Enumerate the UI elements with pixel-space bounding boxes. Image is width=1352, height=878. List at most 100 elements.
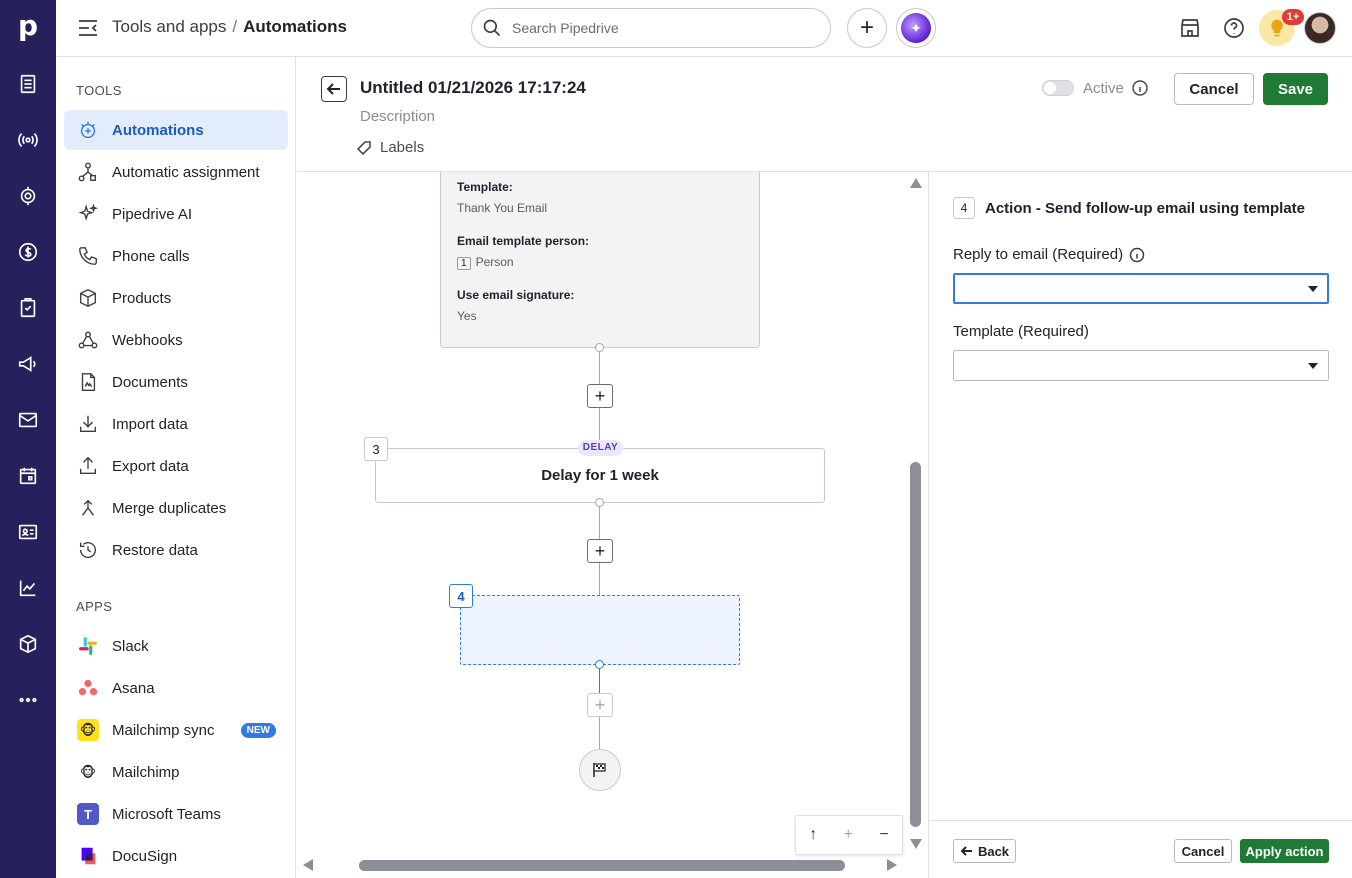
focus-icon[interactable] [14, 182, 42, 210]
back-button[interactable]: Back [953, 839, 1016, 863]
step-2-card[interactable]: Template: Thank You Email Email template… [440, 172, 760, 348]
cancel-button[interactable]: Cancel [1174, 839, 1232, 863]
sidebar-item-label: Slack [112, 637, 149, 655]
activities-icon[interactable] [14, 294, 42, 322]
cancel-button[interactable]: Cancel [1174, 73, 1254, 105]
sidebar-item-automatic-assignment[interactable]: Automatic assignment [64, 152, 288, 192]
template-label: Template (Required) [953, 323, 1089, 340]
sidebar-item-label: Webhooks [112, 331, 183, 349]
collapse-menu-icon[interactable] [76, 17, 100, 39]
sidebar-item-webhooks[interactable]: Webhooks [64, 320, 288, 360]
signature-value: Yes [457, 309, 477, 323]
step-ref-badge: 1 [457, 257, 471, 270]
zoom-in-button[interactable]: + [844, 826, 853, 844]
template-select[interactable] [953, 350, 1329, 381]
sidebar-item-slack[interactable]: Slack [64, 626, 288, 666]
sidebar-item-restore-data[interactable]: Restore data [64, 530, 288, 570]
sidebar-item-import-data[interactable]: Import data [64, 404, 288, 444]
slack-icon [76, 634, 100, 658]
delay-text: Delay for 1 week [541, 467, 659, 484]
campaigns-icon[interactable] [14, 350, 42, 378]
sidebar-item-label: Automations [112, 121, 204, 139]
scroll-left-arrow[interactable] [303, 859, 313, 871]
connector-dot [595, 660, 604, 669]
scroll-right-arrow[interactable] [887, 859, 897, 871]
info-icon[interactable] [1129, 247, 1145, 263]
marketplace-icon[interactable] [1178, 16, 1202, 40]
contacts-icon[interactable] [14, 518, 42, 546]
money-icon[interactable] [14, 238, 42, 266]
arrow-left-icon [960, 846, 972, 856]
phone-icon [76, 244, 100, 268]
back-button[interactable] [321, 76, 347, 102]
teams-icon: T [76, 802, 100, 826]
insights-icon[interactable] [14, 574, 42, 602]
connector-line [599, 503, 600, 539]
deals-icon[interactable] [14, 70, 42, 98]
sidebar-item-phone-calls[interactable]: Phone calls [64, 236, 288, 276]
sidebar-item-pipedrive-ai[interactable]: Pipedrive AI [64, 194, 288, 234]
description-field[interactable]: Description [360, 108, 435, 125]
sidebar-item-automations[interactable]: Automations [64, 110, 288, 150]
sidebar-item-documents[interactable]: Documents [64, 362, 288, 402]
breadcrumb-separator: / [232, 17, 238, 36]
products-icon[interactable] [14, 630, 42, 658]
connector-line [599, 563, 600, 595]
scroll-up-arrow[interactable] [910, 178, 922, 188]
add-step-button[interactable]: + [587, 693, 613, 717]
breadcrumb-current: Automations [243, 17, 347, 36]
active-label: Active [1083, 80, 1124, 97]
breadcrumb-parent[interactable]: Tools and apps [112, 17, 226, 36]
scroll-to-top-button[interactable]: ↑ [809, 826, 817, 844]
step-4-placeholder-card[interactable] [460, 595, 740, 665]
sidebar-item-label: Asana [112, 679, 155, 697]
scroll-thumb[interactable] [910, 462, 921, 827]
zoom-out-button[interactable]: − [879, 826, 888, 844]
search-input[interactable]: Search Pipedrive [471, 8, 831, 48]
labels-button[interactable]: Labels [356, 139, 424, 156]
scroll-thumb[interactable] [359, 860, 845, 871]
sidebar-item-mailchimp-sync[interactable]: 🐵 Mailchimp sync NEW [64, 710, 288, 750]
step-3-delay-card[interactable]: Delay for 1 week [375, 448, 825, 503]
apply-action-button[interactable]: Apply action [1240, 839, 1329, 863]
merge-icon [76, 496, 100, 520]
sidebar-item-label: Export data [112, 457, 189, 475]
automation-header: Untitled 01/21/2026 17:17:24 Description… [297, 57, 1352, 172]
avatar[interactable] [1304, 12, 1336, 44]
help-icon[interactable] [1222, 16, 1246, 40]
sidebar-item-microsoft-teams[interactable]: T Microsoft Teams [64, 794, 288, 834]
automations-icon [76, 118, 100, 142]
sidebar-item-export-data[interactable]: Export data [64, 446, 288, 486]
workflow-canvas[interactable]: Template: Thank You Email Email template… [297, 172, 928, 878]
sidebar-item-docusign[interactable]: DocuSign [64, 836, 288, 876]
info-icon[interactable] [1131, 79, 1149, 97]
more-icon[interactable] [14, 686, 42, 714]
calendar-icon[interactable] [14, 462, 42, 490]
horizontal-scrollbar[interactable] [301, 858, 905, 873]
webhook-icon [76, 328, 100, 352]
sidebar-item-merge-duplicates[interactable]: Merge duplicates [64, 488, 288, 528]
vertical-scrollbar[interactable] [909, 172, 922, 852]
mail-icon[interactable] [14, 406, 42, 434]
left-rail: p [0, 0, 56, 878]
active-toggle[interactable] [1042, 80, 1074, 96]
connector-line [599, 665, 600, 693]
leads-icon[interactable] [14, 126, 42, 154]
sidebar-item-label: Import data [112, 415, 188, 433]
action-settings-panel: 4 Action - Send follow-up email using te… [928, 172, 1352, 878]
add-step-button[interactable]: + [587, 384, 613, 408]
template-value: Thank You Email [457, 201, 548, 215]
ai-assistant-button[interactable]: ✦ [896, 8, 936, 48]
add-step-button[interactable]: + [587, 539, 613, 563]
sidebar-item-mailchimp[interactable]: 🐵 Mailchimp [64, 752, 288, 792]
sidebar-item-asana[interactable]: Asana [64, 668, 288, 708]
automation-title[interactable]: Untitled 01/21/2026 17:17:24 [360, 78, 586, 98]
docusign-icon [76, 844, 100, 868]
reply-to-email-select[interactable] [953, 273, 1329, 304]
save-button[interactable]: Save [1263, 73, 1328, 105]
pipedrive-logo[interactable]: p [8, 6, 48, 46]
quick-add-button[interactable]: + [847, 8, 887, 48]
arrow-left-icon [326, 83, 340, 95]
scroll-down-arrow[interactable] [910, 839, 922, 849]
sidebar-item-products[interactable]: Products [64, 278, 288, 318]
